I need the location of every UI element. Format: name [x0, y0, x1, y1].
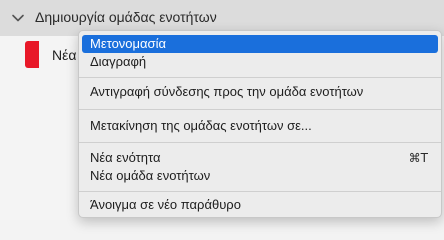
section-group-title: Δημιουργία ομάδας ενοτήτων: [35, 9, 217, 25]
context-menu: Μετονομασία Διαγραφή Αντιγραφή σύνδεσης …: [78, 30, 442, 218]
menu-item-open-new-window[interactable]: Άνοιγμα σε νέο παράθυρο: [82, 196, 438, 214]
menu-divider: [79, 109, 441, 110]
menu-item-rename[interactable]: Μετονομασία: [82, 35, 438, 53]
shortcut-label: ⌘T: [408, 151, 428, 165]
menu-item-delete[interactable]: Διαγραφή: [82, 53, 438, 71]
menu-item-copy-link[interactable]: Αντιγραφή σύνδεσης προς την ομάδα ενοτήτ…: [82, 83, 438, 101]
menu-divider: [79, 77, 441, 78]
menu-divider: [79, 142, 441, 143]
menu-item-new-section-group[interactable]: Νέα ομάδα ενοτήτων: [82, 167, 438, 185]
chevron-down-icon[interactable]: [11, 11, 25, 25]
menu-divider: [79, 191, 441, 192]
section-color-tab: [25, 41, 39, 68]
menu-item-new-section-label: Νέα ενότητα: [90, 150, 161, 165]
menu-item-move[interactable]: Μετακίνηση της ομάδας ενοτήτων σε...: [82, 117, 438, 135]
menu-item-new-section[interactable]: Νέα ενότητα ⌘T: [82, 149, 438, 167]
